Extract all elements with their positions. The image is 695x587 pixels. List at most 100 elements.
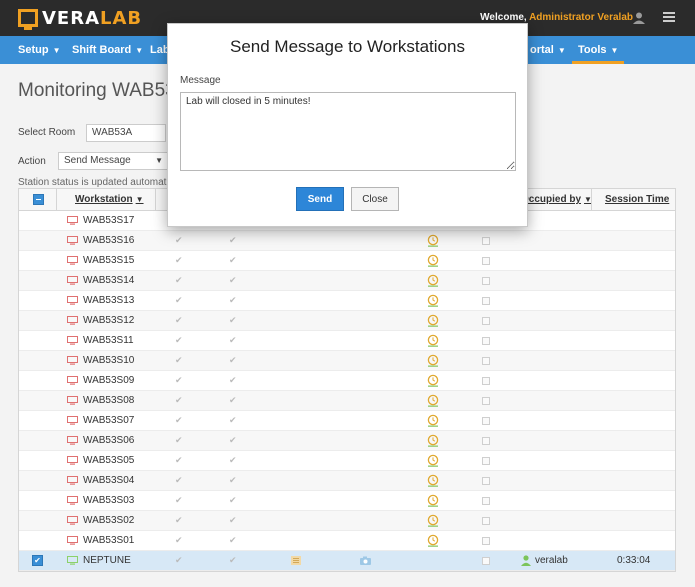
nav-tools[interactable]: Tools ▼ [572, 36, 625, 64]
clock-icon[interactable] [427, 514, 439, 527]
lock-checkbox[interactable] [482, 537, 490, 545]
offline-monitor-icon [67, 376, 78, 385]
table-row[interactable]: WAB53S13 ✔ ✔ [19, 291, 675, 311]
send-message-dialog: Send Message to Workstations Message Lab… [167, 23, 528, 227]
room-select[interactable]: WAB53A [86, 124, 166, 142]
clock-icon[interactable] [427, 274, 439, 287]
lock-checkbox[interactable] [482, 297, 490, 305]
processes-list-icon[interactable] [291, 556, 301, 565]
offline-monitor-icon [67, 216, 78, 225]
clock-icon[interactable] [427, 374, 439, 387]
table-row[interactable]: WAB53S12 ✔ ✔ [19, 311, 675, 331]
lock-checkbox[interactable] [482, 457, 490, 465]
session-time: 0:33:04 [617, 555, 651, 566]
lock-checkbox[interactable] [482, 277, 490, 285]
clock-icon[interactable] [427, 234, 439, 247]
clock-icon[interactable] [427, 294, 439, 307]
veralab-logo[interactable]: VERALAB [18, 7, 143, 30]
lock-checkbox[interactable] [482, 417, 490, 425]
check-mark-icon: ✔ [175, 255, 183, 265]
lock-checkbox[interactable] [482, 477, 490, 485]
column-session-time[interactable]: Session Time [605, 189, 669, 210]
table-row[interactable]: WAB53S09 ✔ ✔ [19, 371, 675, 391]
check-mark-icon: ✔ [229, 235, 237, 245]
check-mark-icon: ✔ [175, 515, 183, 525]
check-mark-icon: ✔ [175, 555, 183, 565]
table-row-selected[interactable]: ✔ NEPTUNE ✔ ✔ veralab 0:33:04 [19, 551, 675, 571]
chevron-down-icon: ▼ [610, 46, 619, 55]
clock-icon[interactable] [427, 474, 439, 487]
offline-monitor-icon [67, 456, 78, 465]
lock-checkbox[interactable] [482, 397, 490, 405]
lock-checkbox[interactable] [482, 237, 490, 245]
clock-icon[interactable] [427, 314, 439, 327]
clock-icon[interactable] [427, 534, 439, 547]
table-row[interactable]: WAB53S07 ✔ ✔ [19, 411, 675, 431]
logo-text-main: VERA [42, 7, 101, 29]
message-label: Message [180, 75, 221, 86]
logo-text-accent: LAB [100, 7, 143, 29]
table-row[interactable]: WAB53S15 ✔ ✔ [19, 251, 675, 271]
clock-icon[interactable] [427, 434, 439, 447]
message-textarea[interactable]: Lab will closed in 5 minutes! [180, 92, 516, 171]
lock-checkbox[interactable] [482, 377, 490, 385]
check-mark-icon: ✔ [229, 415, 237, 425]
table-row[interactable]: WAB53S14 ✔ ✔ [19, 271, 675, 291]
lock-checkbox[interactable] [482, 517, 490, 525]
workstation-name: WAB53S06 [83, 435, 135, 446]
workstation-name: WAB53S15 [83, 255, 135, 266]
table-row[interactable]: WAB53S16 ✔ ✔ [19, 231, 675, 251]
lock-checkbox[interactable] [482, 557, 490, 565]
lock-checkbox[interactable] [482, 317, 490, 325]
table-row[interactable]: WAB53S01 ✔ ✔ [19, 531, 675, 551]
action-select[interactable]: Send Message ▼ [58, 152, 168, 170]
clock-icon[interactable] [427, 354, 439, 367]
lock-checkbox[interactable] [482, 257, 490, 265]
nav-setup[interactable]: Setup ▼ [18, 36, 60, 64]
lock-checkbox[interactable] [482, 337, 490, 345]
check-mark-icon: ✔ [229, 375, 237, 385]
check-mark-icon: ✔ [229, 275, 237, 285]
clock-icon[interactable] [427, 254, 439, 267]
table-row[interactable]: WAB53S08 ✔ ✔ [19, 391, 675, 411]
lock-checkbox[interactable] [482, 437, 490, 445]
table-row[interactable]: WAB53S03 ✔ ✔ [19, 491, 675, 511]
table-row[interactable]: WAB53S06 ✔ ✔ [19, 431, 675, 451]
column-workstation[interactable]: Workstation ▼ [75, 189, 144, 210]
lock-checkbox[interactable] [482, 497, 490, 505]
clock-icon[interactable] [427, 334, 439, 347]
offline-monitor-icon [67, 476, 78, 485]
workstation-name: NEPTUNE [83, 555, 131, 566]
clock-icon[interactable] [427, 494, 439, 507]
lock-checkbox[interactable] [482, 357, 490, 365]
check-mark-icon: ✔ [175, 415, 183, 425]
offline-monitor-icon [67, 296, 78, 305]
table-row[interactable]: WAB53S10 ✔ ✔ [19, 351, 675, 371]
workstation-name: WAB53S02 [83, 515, 135, 526]
hamburger-menu-icon[interactable] [663, 12, 675, 22]
table-row[interactable]: WAB53S05 ✔ ✔ [19, 451, 675, 471]
column-occupied-by[interactable]: Occupied by ▼ [521, 189, 592, 210]
user-icon[interactable] [633, 12, 645, 24]
select-all-checkbox[interactable] [33, 194, 44, 205]
close-button[interactable]: Close [351, 187, 399, 211]
check-mark-icon: ✔ [229, 335, 237, 345]
row-checkbox-checked[interactable]: ✔ [32, 555, 43, 566]
workstation-name: WAB53S10 [83, 355, 135, 366]
nav-shift-board[interactable]: Shift Board ▼ [72, 36, 143, 64]
table-row[interactable]: WAB53S02 ✔ ✔ [19, 511, 675, 531]
welcome-user-link[interactable]: Administrator Veralab [529, 12, 633, 23]
table-row[interactable]: WAB53S11 ✔ ✔ [19, 331, 675, 351]
table-row[interactable]: WAB53S04 ✔ ✔ [19, 471, 675, 491]
offline-monitor-icon [67, 416, 78, 425]
send-button[interactable]: Send [296, 187, 344, 211]
camera-icon[interactable] [360, 556, 371, 565]
welcome-text: Welcome, Administrator Veralab [480, 12, 633, 23]
workstation-name: WAB53S17 [83, 215, 135, 226]
nav-portal[interactable]: ortal ▼ [530, 36, 566, 64]
clock-icon[interactable] [427, 394, 439, 407]
clock-icon[interactable] [427, 414, 439, 427]
clock-icon[interactable] [427, 454, 439, 467]
check-mark-icon: ✔ [229, 515, 237, 525]
monitor-logo-icon [18, 9, 38, 30]
